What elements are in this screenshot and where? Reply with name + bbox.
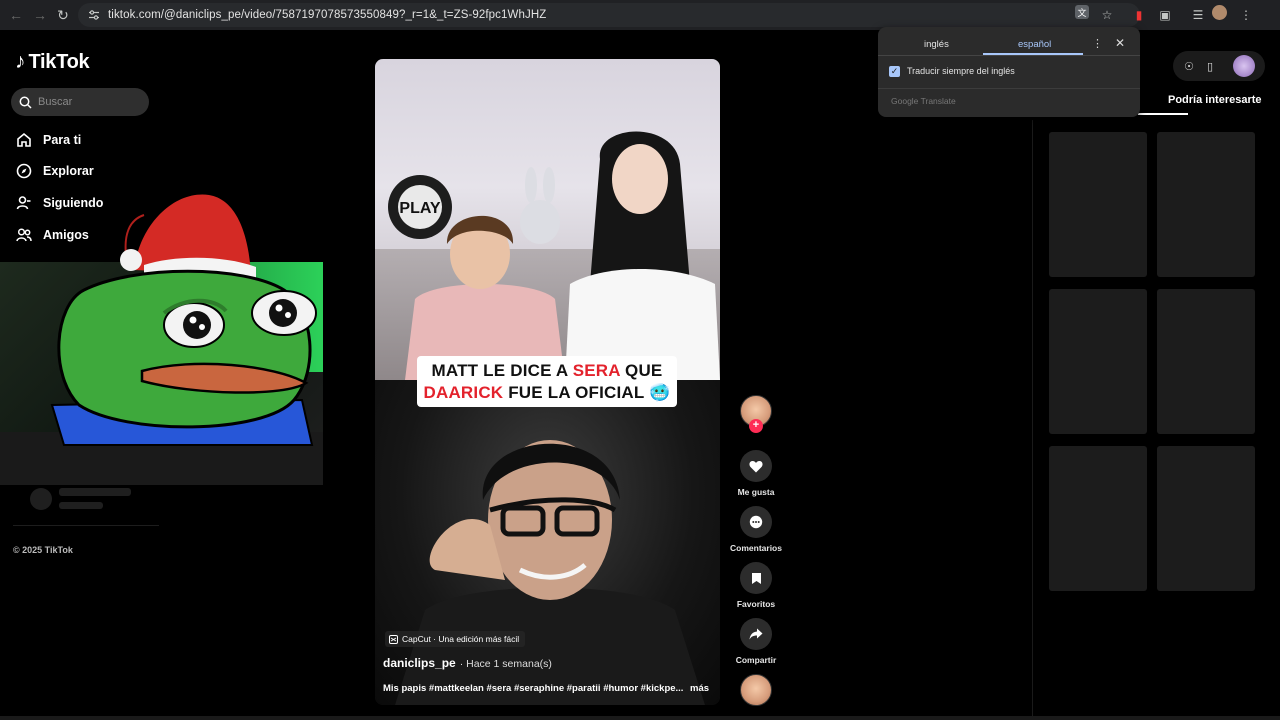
video-play-plush: PLAY xyxy=(388,175,452,239)
share-arrow-icon[interactable] xyxy=(740,618,772,650)
translate-icon[interactable]: 文 xyxy=(1075,5,1089,19)
tab-underline xyxy=(1138,113,1188,115)
user-avatar[interactable] xyxy=(1233,55,1255,77)
suggested-thumbnail[interactable] xyxy=(1049,289,1147,434)
cold-face-emoji: 🥶 xyxy=(649,383,671,402)
bookmark-icon[interactable] xyxy=(740,562,772,594)
reload-icon[interactable]: ↻ xyxy=(51,3,75,27)
back-icon[interactable]: ← xyxy=(4,3,28,27)
follow-plus-icon[interactable]: + xyxy=(749,419,763,433)
like-label: Me gusta xyxy=(737,487,775,497)
always-translate-checkbox[interactable]: ✓ xyxy=(889,66,900,77)
caption-line-2: DAARICK FUE LA OFICIAL 🥶 xyxy=(421,382,673,404)
music-disc-avatar[interactable] xyxy=(740,674,772,706)
video-player[interactable]: PLAY MATT LE DICE A SERA QUE DAARICK FUE… xyxy=(375,59,720,705)
suggested-thumbnail[interactable] xyxy=(1157,289,1255,434)
logo-text: TikTok xyxy=(28,50,90,73)
video-description: Mis papis #mattkeelan #sera #seraphine #… xyxy=(383,683,684,694)
sidebar-divider xyxy=(13,525,159,526)
compass-small-icon[interactable]: ☉ xyxy=(1178,55,1200,77)
author-handle[interactable]: daniclips_pe xyxy=(383,656,456,670)
translate-tab-divider xyxy=(878,55,1140,56)
sidebar-item-para-ti[interactable]: Para ti xyxy=(15,131,81,149)
translate-popup: inglés español ⋮ ✕ ✓ Traducir siempre de… xyxy=(878,27,1140,117)
extensions-icon[interactable]: ▣ xyxy=(1155,5,1175,25)
browser-toolbar: ← → ↻ tiktok.com/@daniclips_pe/video/758… xyxy=(0,0,1280,30)
skeleton-avatar xyxy=(30,488,52,510)
pepe-santa-sticker xyxy=(50,194,317,446)
video-person-right xyxy=(565,131,720,380)
copyright-text: © 2025 TikTok xyxy=(13,545,73,555)
translate-tab-underline xyxy=(983,53,1083,55)
capcut-label: CapCut · Una edición más fácil xyxy=(402,634,520,644)
home-icon xyxy=(15,131,33,149)
video-caption-box: MATT LE DICE A SERA QUE DAARICK FUE LA O… xyxy=(417,356,677,407)
right-panel-divider xyxy=(1032,120,1033,720)
capcut-icon xyxy=(389,634,398,644)
comment-icon[interactable] xyxy=(740,506,772,538)
author-avatar-button[interactable]: + xyxy=(729,395,783,433)
friends-icon xyxy=(15,226,33,244)
description-more-link[interactable]: más xyxy=(690,683,709,694)
tiktok-logo[interactable]: ♪ TikTok xyxy=(15,50,90,74)
suggested-thumbnail[interactable] xyxy=(1157,446,1255,591)
share-label: Compartir xyxy=(735,655,777,665)
video-bunny-plush xyxy=(520,167,560,244)
sidebar-item-label: Explorar xyxy=(43,164,94,178)
user-follow-icon xyxy=(15,194,33,212)
video-author-row: daniclips_pe · Hace 1 semana(s) xyxy=(383,656,552,670)
suggested-thumbnail[interactable] xyxy=(1157,132,1255,277)
search-icon xyxy=(19,96,32,109)
caption-text: FUE LA OFICIAL xyxy=(503,383,645,402)
favorites-button[interactable]: Favoritos xyxy=(729,562,783,609)
kebab-menu-icon[interactable]: ⋮ xyxy=(1236,5,1256,25)
heart-icon[interactable] xyxy=(740,450,772,482)
sound-disc-button[interactable] xyxy=(729,674,783,706)
always-translate-label: Traducir siempre del inglés xyxy=(907,66,1015,76)
url-text: tiktok.com/@daniclips_pe/video/758719707… xyxy=(108,9,547,21)
google-translate-brand: Google Translate xyxy=(891,96,956,106)
search-placeholder: Buscar xyxy=(38,96,73,108)
site-settings-icon[interactable] xyxy=(88,9,100,21)
compass-icon xyxy=(15,162,33,180)
skeleton-line xyxy=(59,488,131,496)
translate-tab-target[interactable]: español xyxy=(1018,39,1051,50)
address-bar[interactable]: tiktok.com/@daniclips_pe/video/758719707… xyxy=(78,3,1140,27)
phone-icon[interactable]: ▯ xyxy=(1199,55,1221,77)
tiktok-note-icon: ♪ xyxy=(15,50,26,73)
skeleton-line xyxy=(59,502,103,509)
caption-text: QUE xyxy=(620,361,663,380)
post-time: · Hace 1 semana(s) xyxy=(459,658,552,670)
media-control-icon[interactable]: ☰ xyxy=(1188,5,1208,25)
favorites-label: Favoritos xyxy=(736,599,776,609)
comments-label: Comentarios xyxy=(730,543,782,553)
video-top-scene: PLAY xyxy=(375,59,720,380)
translate-divider xyxy=(878,88,1140,89)
caption-highlight: SERA xyxy=(572,361,621,380)
sidebar-item-label: Para ti xyxy=(43,133,82,147)
bottom-edge xyxy=(0,716,1280,720)
translate-tab-source[interactable]: inglés xyxy=(924,39,949,50)
caption-line-1: MATT LE DICE A SERA QUE xyxy=(421,360,673,382)
comments-button[interactable]: Comentarios xyxy=(729,506,783,553)
forward-icon[interactable]: → xyxy=(28,3,52,27)
suggested-thumbnail[interactable] xyxy=(1049,446,1147,591)
capcut-badge[interactable]: CapCut · Una edición más fácil xyxy=(385,631,526,647)
svg-text:PLAY: PLAY xyxy=(399,200,441,217)
translate-options-icon[interactable]: ⋮ xyxy=(1092,37,1103,50)
search-input[interactable]: Buscar xyxy=(11,88,149,116)
caption-highlight: DAARICK xyxy=(423,383,504,402)
tab-podria-interesarte[interactable]: Podría interesarte xyxy=(1168,94,1262,106)
suggested-thumbnail[interactable] xyxy=(1049,132,1147,277)
share-button[interactable]: Compartir xyxy=(729,618,783,665)
extension-red-icon[interactable]: ▮ xyxy=(1129,5,1149,25)
like-button[interactable]: Me gusta xyxy=(729,450,783,497)
profile-avatar-icon[interactable] xyxy=(1212,5,1227,20)
caption-text: MATT LE DICE A xyxy=(431,361,573,380)
close-icon[interactable]: ✕ xyxy=(1115,36,1125,50)
bookmark-star-icon[interactable]: ☆ xyxy=(1097,5,1117,25)
sidebar-item-explorar[interactable]: Explorar xyxy=(15,162,94,180)
